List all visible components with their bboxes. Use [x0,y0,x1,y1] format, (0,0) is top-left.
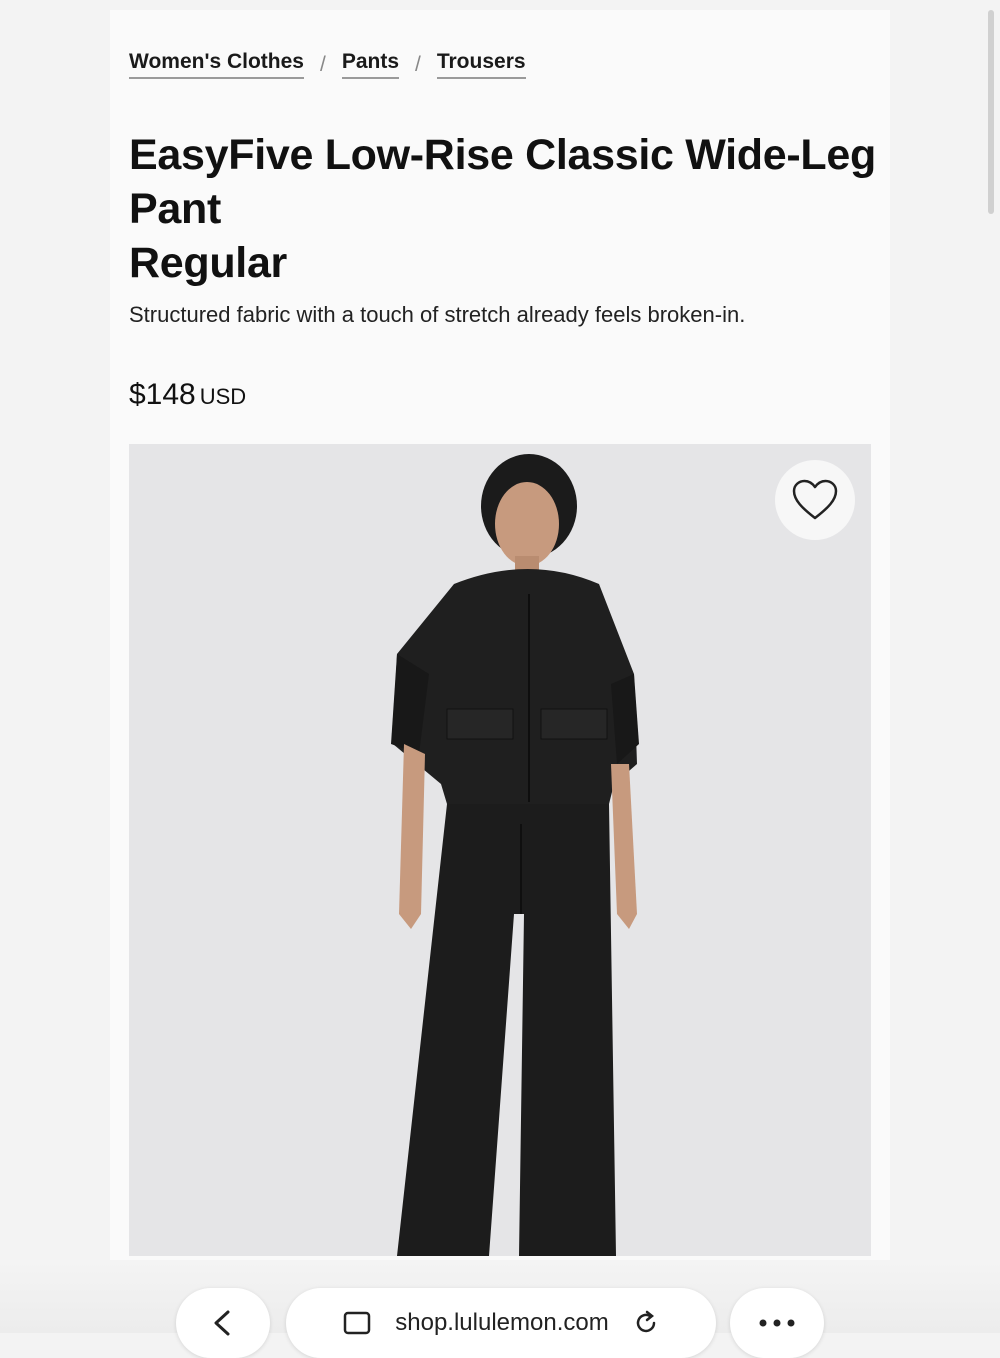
product-title-line: EasyFive Low-Rise Classic Wide-Leg [129,131,876,179]
product-fit: Regular [129,239,287,287]
back-button[interactable] [176,1288,270,1358]
more-dots-icon [759,1319,795,1327]
breadcrumb-womens-clothes[interactable]: Women's Clothes [129,50,304,79]
breadcrumb-separator: / [319,52,326,76]
breadcrumb-trousers[interactable]: Trousers [436,50,526,79]
breadcrumb-pants[interactable]: Pants [341,50,399,79]
page-scrollbar[interactable] [988,10,994,214]
product-title: EasyFive Low-Rise Classic Wide-Leg Pant … [129,128,889,290]
model-photo [129,444,871,1256]
back-arrow-icon [214,1310,230,1336]
tab-icon [344,1311,371,1335]
product-image[interactable] [129,444,871,1256]
breadcrumb-separator: / [415,52,421,76]
favorite-button[interactable] [775,460,855,540]
price-currency: USD [199,384,247,409]
product-price: $148 USD [129,378,246,412]
product-title-line: Pant [129,185,221,233]
heart-icon [792,479,838,520]
product-page: Women's Clothes / Pants / Trousers EasyF… [110,10,994,1333]
address-bar[interactable]: shop.lululemon.com [286,1288,716,1358]
reload-icon[interactable] [631,1308,661,1338]
product-description: Structured fabric with a touch of stretc… [129,302,746,327]
browser-toolbar: shop.lululemon.com [0,1260,1000,1358]
breadcrumb: Women's Clothes / Pants / Trousers [129,50,526,79]
price-amount: $148 [129,378,196,411]
more-options-button[interactable] [730,1288,824,1358]
